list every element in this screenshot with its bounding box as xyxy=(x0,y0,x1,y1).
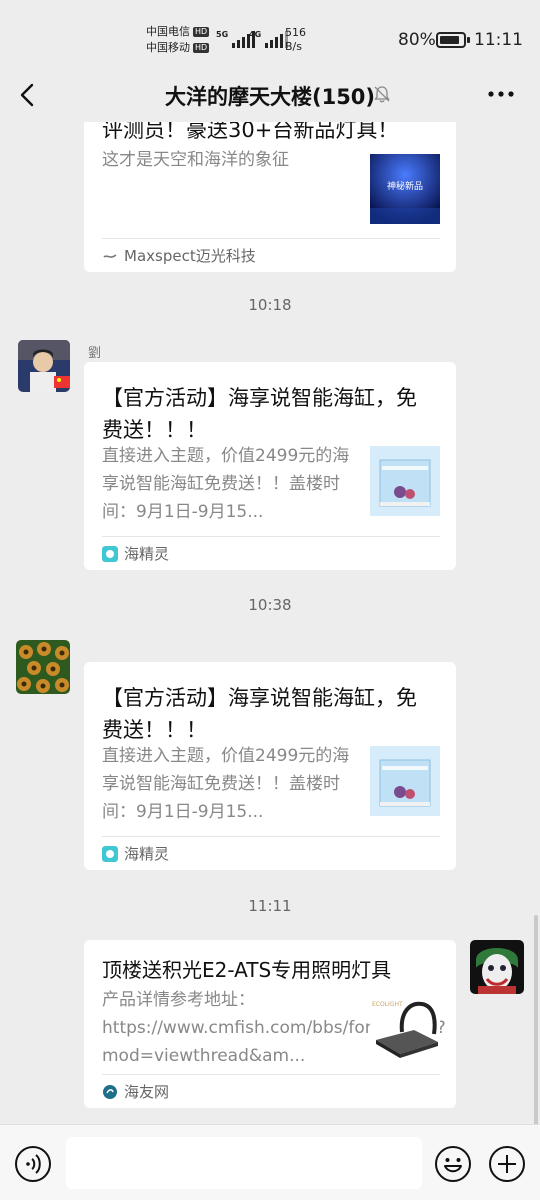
network-speed: 516 B/s xyxy=(285,26,306,53)
link-card-message[interactable]: 【官方活动】海享说智能海缸，免费送！！！ 直接进入主题，价值2499元的海享说智… xyxy=(84,362,456,570)
thumb-text: 神秘新品 xyxy=(387,180,423,192)
card-thumbnail: ECOLIGHT xyxy=(370,992,440,1062)
my-avatar[interactable] xyxy=(470,940,524,994)
status-time: 11:11 xyxy=(474,30,523,50)
card-description: 直接进入主题，价值2499元的海享说智能海缸免费送！！盖楼时间：9月1日-9月1… xyxy=(102,746,350,822)
card-title: 【官方活动】海享说智能海缸，免费送！！！ xyxy=(102,386,417,442)
card-source: 海友网 xyxy=(102,1081,169,1102)
chat-header: 大洋的摩天大楼(150) xyxy=(0,68,540,122)
battery-percent: 80% xyxy=(398,30,436,50)
haiyouwang-logo-icon xyxy=(103,1084,117,1099)
timestamp: 11:11 xyxy=(248,897,292,915)
source-name: 海精灵 xyxy=(124,545,170,563)
avatar[interactable] xyxy=(18,340,70,392)
emoji-icon[interactable] xyxy=(434,1145,472,1183)
timestamp: 10:38 xyxy=(248,596,292,614)
card-source: Maxspect迈光科技 xyxy=(102,245,256,266)
card-title: 评测员！豪送30+台新品灯具！ xyxy=(102,122,399,142)
source-name: 海精灵 xyxy=(124,845,170,863)
chat-message-list[interactable]: 评测员！豪送30+台新品灯具！ 这才是天空和海洋的象征 神秘新品 Maxspec… xyxy=(0,122,540,1124)
card-description: 产品详情参考地址：https://www.cmfish.com/bbs/foru… xyxy=(102,990,446,1066)
card-description: 这才是天空和海洋的象征 xyxy=(102,150,289,170)
source-name: Maxspect迈光科技 xyxy=(124,247,256,265)
battery-icon xyxy=(436,32,470,48)
card-title: 【官方活动】海享说智能海缸，免费送！！！ xyxy=(102,686,417,742)
chat-title: 大洋的摩天大楼(150) xyxy=(164,85,376,109)
card-thumbnail xyxy=(370,446,440,516)
avatar[interactable] xyxy=(16,640,70,694)
haijingling-logo-icon xyxy=(102,545,118,562)
link-card-message[interactable]: 评测员！豪送30+台新品灯具！ 这才是天空和海洋的象征 神秘新品 Maxspec… xyxy=(84,122,456,272)
card-title: 顶楼送积光E2-ATS专用照明灯具 xyxy=(102,958,392,982)
card-thumbnail xyxy=(370,746,440,816)
link-card-message[interactable]: 【官方活动】海享说智能海缸，免费送！！！ 直接进入主题，价值2499元的海享说智… xyxy=(84,662,456,870)
card-thumbnail: 神秘新品 xyxy=(370,154,440,224)
card-description: 直接进入主题，价值2499元的海享说智能海缸免费送！！盖楼时间：9月1日-9月1… xyxy=(102,446,350,522)
scrollbar[interactable] xyxy=(534,915,538,1125)
message-input[interactable] xyxy=(66,1137,422,1189)
voice-input-icon[interactable] xyxy=(14,1145,52,1183)
status-bar: 中国电信 HD 中国移动 HD 5G 4G 516 B/s 80% 11:11 xyxy=(0,0,540,68)
input-bar xyxy=(0,1124,540,1200)
timestamp: 10:18 xyxy=(248,296,292,314)
thumb-text: ECOLIGHT xyxy=(372,1001,403,1008)
link-card-message[interactable]: 顶楼送积光E2-ATS专用照明灯具 产品详情参考地址：https://www.c… xyxy=(84,940,456,1108)
sender-name: 劉 xyxy=(88,346,102,361)
mute-bell-icon xyxy=(374,86,390,103)
card-source: 海精灵 xyxy=(102,543,169,564)
card-source: 海精灵 xyxy=(102,843,169,864)
maxspect-logo-icon xyxy=(103,253,117,258)
more-options-icon[interactable] xyxy=(486,84,516,104)
signal-4g-icon: 4G xyxy=(249,30,289,48)
carrier-info: 中国电信 HD 中国移动 HD xyxy=(146,25,210,54)
haijingling-logo-icon xyxy=(102,845,118,862)
add-more-icon[interactable] xyxy=(488,1145,526,1183)
source-name: 海友网 xyxy=(124,1083,170,1101)
